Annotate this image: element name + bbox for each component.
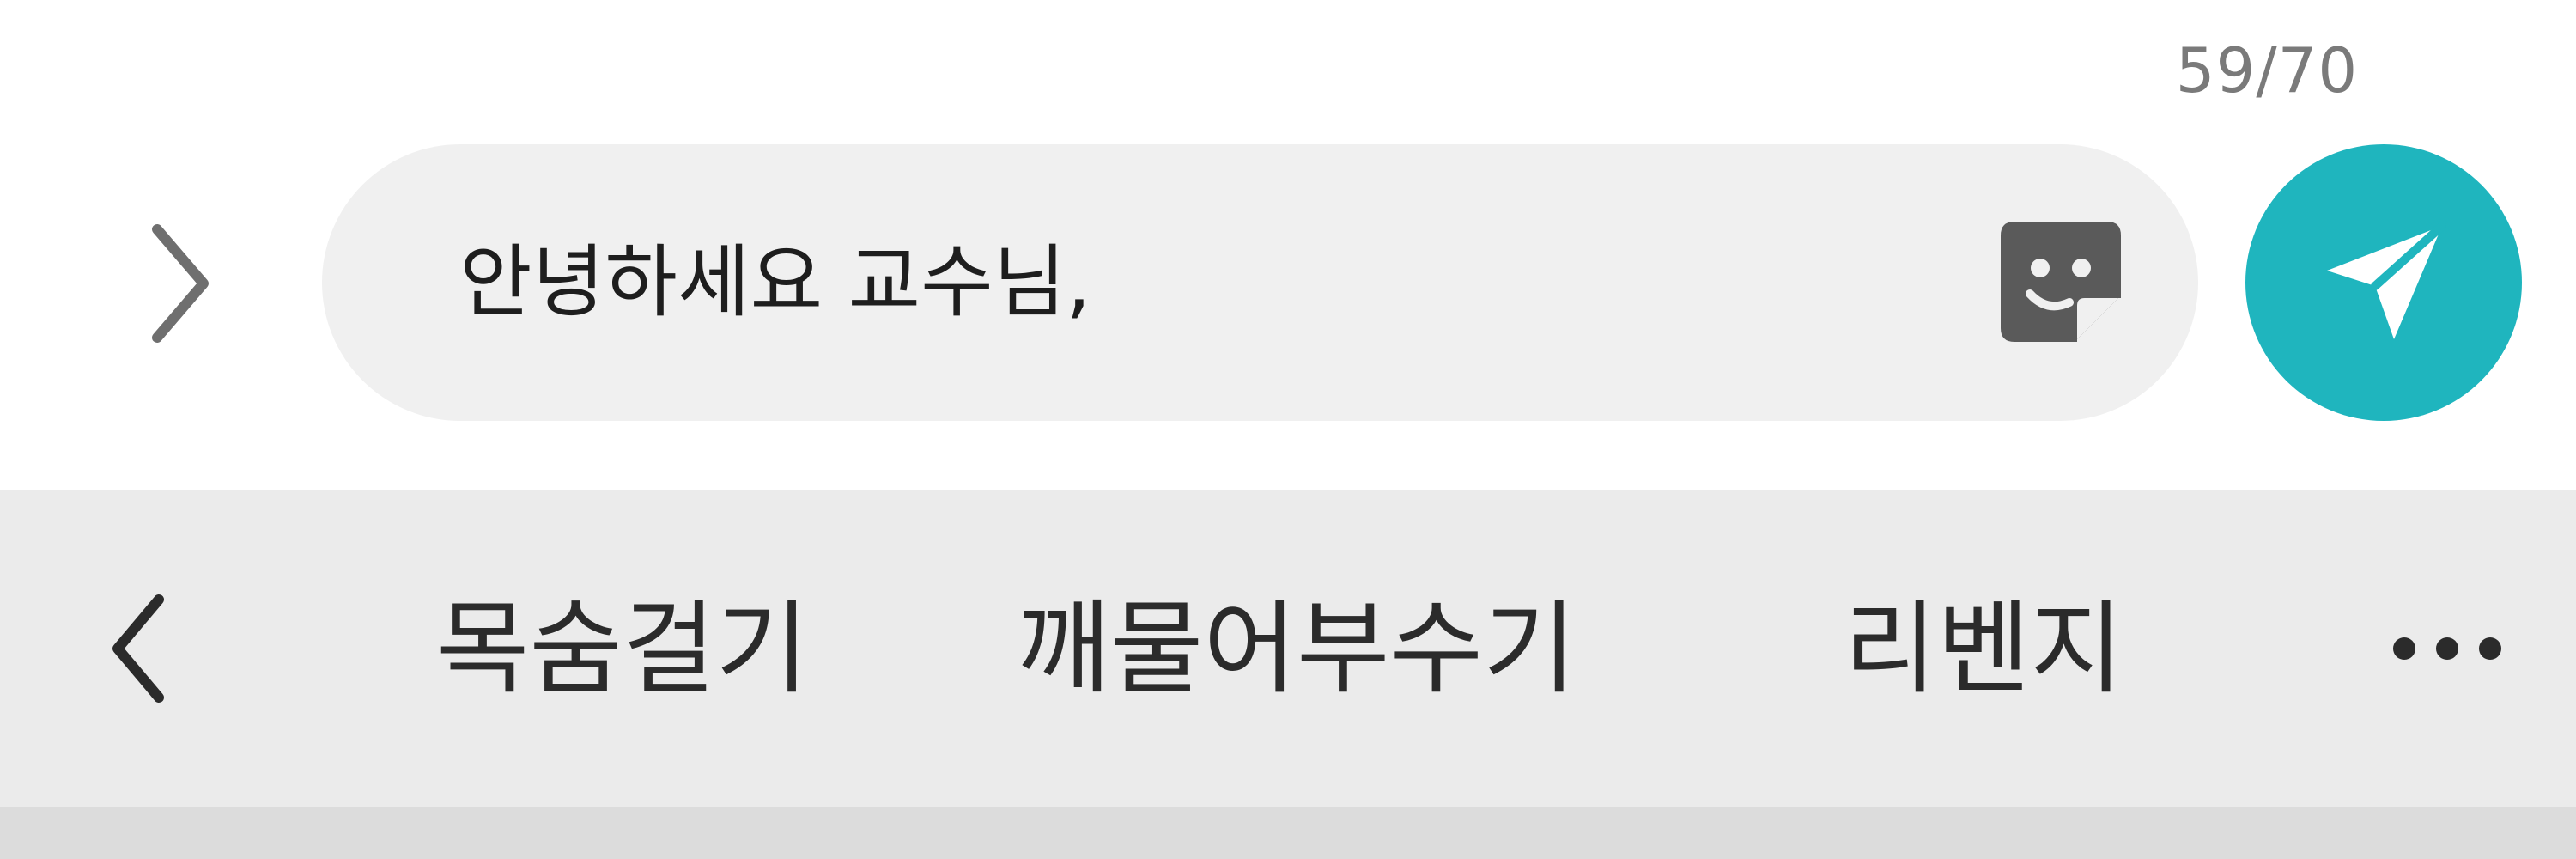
more-horizontal-icon: [2393, 637, 2501, 660]
paper-plane-icon: [2327, 222, 2446, 339]
message-composer: 59/70 안녕하세요 교수님,: [0, 0, 2576, 490]
character-counter: 59/70: [2175, 34, 2359, 107]
expand-button[interactable]: [120, 206, 240, 361]
sticker-icon: [2001, 222, 2121, 342]
suggestion-item[interactable]: 깨물어부수기: [966, 490, 1627, 807]
chevron-right-icon: [152, 224, 209, 343]
more-options-button[interactable]: [2370, 584, 2524, 713]
send-button[interactable]: [2245, 144, 2522, 421]
message-input-text[interactable]: 안녕하세요 교수님,: [459, 144, 2005, 421]
suggestion-item[interactable]: 리벤지: [1760, 490, 2207, 807]
keyboard-area: [0, 807, 2576, 859]
keyboard-suggestion-bar: 목숨걸기 깨물어부수기 리벤지: [0, 490, 2576, 807]
suggestion-item[interactable]: 목숨걸기: [378, 490, 867, 807]
sticker-button[interactable]: [1992, 213, 2129, 350]
chat-screen: 59/70 안녕하세요 교수님, 목숨걸기 깨물어부수기 리벤지: [0, 0, 2576, 859]
chevron-left-icon: [112, 594, 164, 703]
message-input-field[interactable]: 안녕하세요 교수님,: [322, 144, 2198, 421]
collapse-button[interactable]: [69, 571, 206, 726]
